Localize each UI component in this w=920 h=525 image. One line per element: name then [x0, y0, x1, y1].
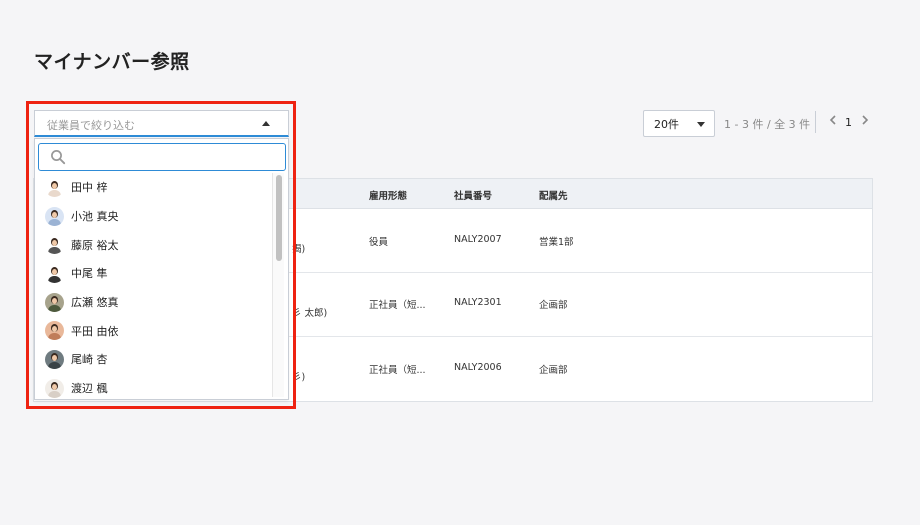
employee-number-cell: NALY2007	[454, 234, 502, 245]
employment-type-cell: 正社員（短...	[369, 300, 426, 311]
per-page-select[interactable]: 20件	[643, 110, 715, 137]
employment-type-cell: 正社員（短...	[369, 365, 426, 376]
employee-name-fragment: 彡 太郎)	[292, 308, 328, 319]
department-cell: 企画部	[539, 300, 568, 311]
header-employee-number: 社員番号	[454, 191, 493, 202]
caret-down-icon	[697, 122, 705, 127]
employee-number-cell: NALY2006	[454, 362, 502, 373]
highlight-box	[26, 101, 296, 409]
header-department: 配属先	[539, 191, 568, 202]
chevron-right-icon[interactable]	[858, 114, 872, 130]
per-page-value: 20件	[654, 117, 679, 131]
header-employment-type: 雇用形態	[369, 191, 408, 202]
pagination-range: 1 - 3 件 / 全 3 件	[724, 118, 811, 131]
page-title: マイナンバー参照	[34, 51, 190, 73]
pagination-divider	[815, 111, 816, 133]
current-page[interactable]: 1	[845, 116, 852, 129]
department-cell: 企画部	[539, 365, 568, 376]
department-cell: 営業1部	[539, 237, 574, 248]
employee-number-cell: NALY2301	[454, 297, 502, 308]
employment-type-cell: 役員	[369, 237, 389, 248]
chevron-left-icon[interactable]	[826, 114, 840, 130]
